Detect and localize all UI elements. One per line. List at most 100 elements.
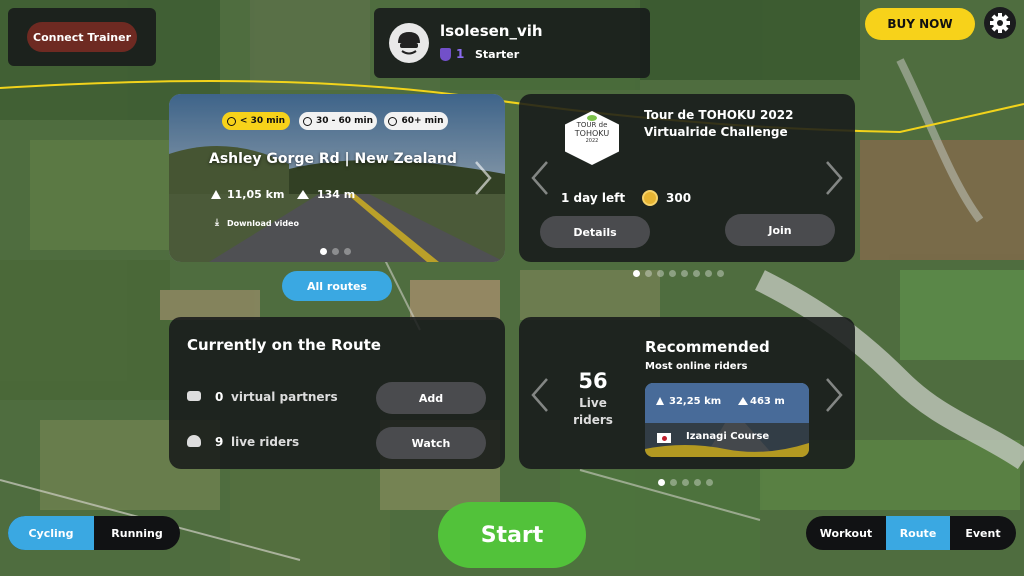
all-routes-button[interactable]: All routes	[282, 271, 392, 301]
add-partner-button[interactable]: Add	[376, 382, 486, 414]
connect-trainer-button[interactable]: Connect Trainer	[27, 22, 137, 52]
event-title-line2: Virtualride Challenge	[644, 125, 788, 139]
event-time-left: 1 day left	[561, 191, 626, 205]
pagination-dot[interactable]	[706, 479, 713, 486]
gear-icon	[990, 13, 1010, 33]
watch-button[interactable]: Watch	[376, 427, 486, 459]
pagination-dot[interactable]	[332, 248, 339, 255]
tab-running[interactable]: Running	[94, 516, 180, 550]
recommended-course-name: Izanagi Course	[686, 431, 770, 442]
route-elevation: 134 m	[317, 188, 356, 201]
pagination-dot[interactable]	[682, 479, 689, 486]
recommended-panel: 56 Live riders Recommended Most online r…	[519, 317, 855, 469]
route-distance: 11,05 km	[227, 188, 285, 201]
event-title-line1: Tour de TOHOKU 2022	[644, 108, 794, 122]
route-title: Ashley Gorge Rd | New Zealand	[209, 151, 457, 167]
live-label-2: riders	[573, 413, 613, 427]
japan-flag-icon	[657, 433, 671, 443]
pagination-dot[interactable]	[681, 270, 688, 277]
chevron-right-icon[interactable]	[470, 158, 496, 198]
download-label: Download video	[226, 218, 299, 228]
chevron-left-icon[interactable]	[527, 158, 553, 198]
username: lsolesen_vih	[440, 22, 543, 40]
chevron-right-icon[interactable]	[821, 375, 847, 415]
riders-label: live riders	[231, 435, 300, 449]
sport-toggle: Cycling Running	[8, 516, 180, 550]
pagination-dot[interactable]	[344, 248, 351, 255]
partners-label: virtual partners	[231, 390, 338, 404]
recommended-elevation: 463 m	[750, 396, 785, 407]
event-logo: TOUR de TOHOKU 2022	[565, 111, 619, 165]
plan-label: Starter	[475, 48, 520, 61]
riders-count: 9	[215, 435, 224, 449]
tab-route[interactable]: Route	[886, 516, 950, 550]
recommended-title: Recommended	[645, 338, 770, 356]
elevation-icon	[738, 397, 748, 405]
distance-icon	[656, 397, 664, 405]
recommended-route-thumbnail	[645, 383, 809, 457]
avatar-helmet-icon	[398, 32, 420, 55]
buy-now-button[interactable]: BUY NOW	[865, 8, 975, 40]
rider-helmet-icon	[187, 435, 201, 447]
settings-button[interactable]	[984, 7, 1016, 39]
pagination-dot[interactable]	[657, 270, 664, 277]
event-points: 300	[666, 191, 692, 205]
mode-toggle: Workout Route Event	[806, 516, 1016, 550]
coin-icon	[642, 190, 658, 206]
avatar	[389, 23, 429, 63]
pagination-dot[interactable]	[694, 479, 701, 486]
event-card: TOUR de TOHOKU 2022 Tour de TOHOKU 2022 …	[519, 94, 855, 262]
tab-workout[interactable]: Workout	[806, 516, 886, 550]
level-number: 1	[456, 47, 465, 61]
duration-filter-label: < 30 min	[239, 116, 286, 126]
chevron-right-icon[interactable]	[821, 158, 847, 198]
event-logo-line1: TOUR de	[576, 121, 608, 129]
recommended-subtitle: Most online riders	[645, 361, 748, 372]
pagination-dot[interactable]	[669, 270, 676, 277]
stopwatch-icon	[388, 116, 398, 126]
duration-filter-label: 60+ min	[401, 116, 444, 126]
pagination-dot[interactable]	[693, 270, 700, 277]
current-route-panel: Currently on the Route 0 virtual partner…	[169, 317, 505, 469]
stopwatch-icon	[302, 116, 312, 126]
pagination-dot[interactable]	[633, 270, 640, 277]
route-pagination	[320, 248, 351, 255]
duration-filter-short[interactable]: < 30 min	[222, 112, 290, 130]
pagination-dot[interactable]	[320, 248, 327, 255]
download-video-link[interactable]: ⤓ Download video	[215, 218, 299, 228]
tab-event[interactable]: Event	[950, 516, 1016, 550]
recommended-route-card[interactable]: 32,25 km 463 m Izanagi Course	[645, 383, 809, 457]
join-button[interactable]: Join	[725, 214, 835, 246]
pagination-dot[interactable]	[658, 479, 665, 486]
live-count: 56	[578, 369, 608, 393]
stopwatch-icon	[226, 116, 236, 126]
current-route-title: Currently on the Route	[187, 336, 381, 354]
recommended-distance: 32,25 km	[669, 396, 722, 407]
recommended-pagination	[658, 479, 713, 486]
download-icon: ⤓	[215, 218, 219, 228]
level-badge	[440, 48, 451, 61]
connect-trainer-panel: Connect Trainer	[8, 8, 156, 66]
details-button[interactable]: Details	[540, 216, 650, 248]
event-logo-line2: TOHOKU	[574, 129, 610, 138]
route-video-card[interactable]: < 30 min 30 - 60 min 60+ min Ashley Gorg…	[169, 94, 505, 262]
profile-panel[interactable]: lsolesen_vih 1 Starter	[374, 8, 650, 78]
live-label-1: Live	[579, 396, 607, 410]
map-background	[0, 0, 1024, 576]
event-pagination	[633, 270, 724, 277]
duration-filter-label: 30 - 60 min	[315, 116, 374, 126]
chevron-left-icon[interactable]	[527, 375, 553, 415]
pagination-dot[interactable]	[717, 270, 724, 277]
start-button[interactable]: Start	[438, 502, 586, 568]
event-logo-year: 2022	[585, 138, 599, 144]
duration-filter-long[interactable]: 60+ min	[384, 112, 448, 130]
elevation-icon	[297, 190, 309, 199]
pagination-dot[interactable]	[645, 270, 652, 277]
tab-cycling[interactable]: Cycling	[8, 516, 94, 550]
duration-filter-medium[interactable]: 30 - 60 min	[299, 112, 377, 130]
pagination-dot[interactable]	[705, 270, 712, 277]
pagination-dot[interactable]	[670, 479, 677, 486]
partners-count: 0	[215, 390, 224, 404]
robot-icon	[187, 391, 201, 401]
distance-icon	[211, 190, 221, 199]
